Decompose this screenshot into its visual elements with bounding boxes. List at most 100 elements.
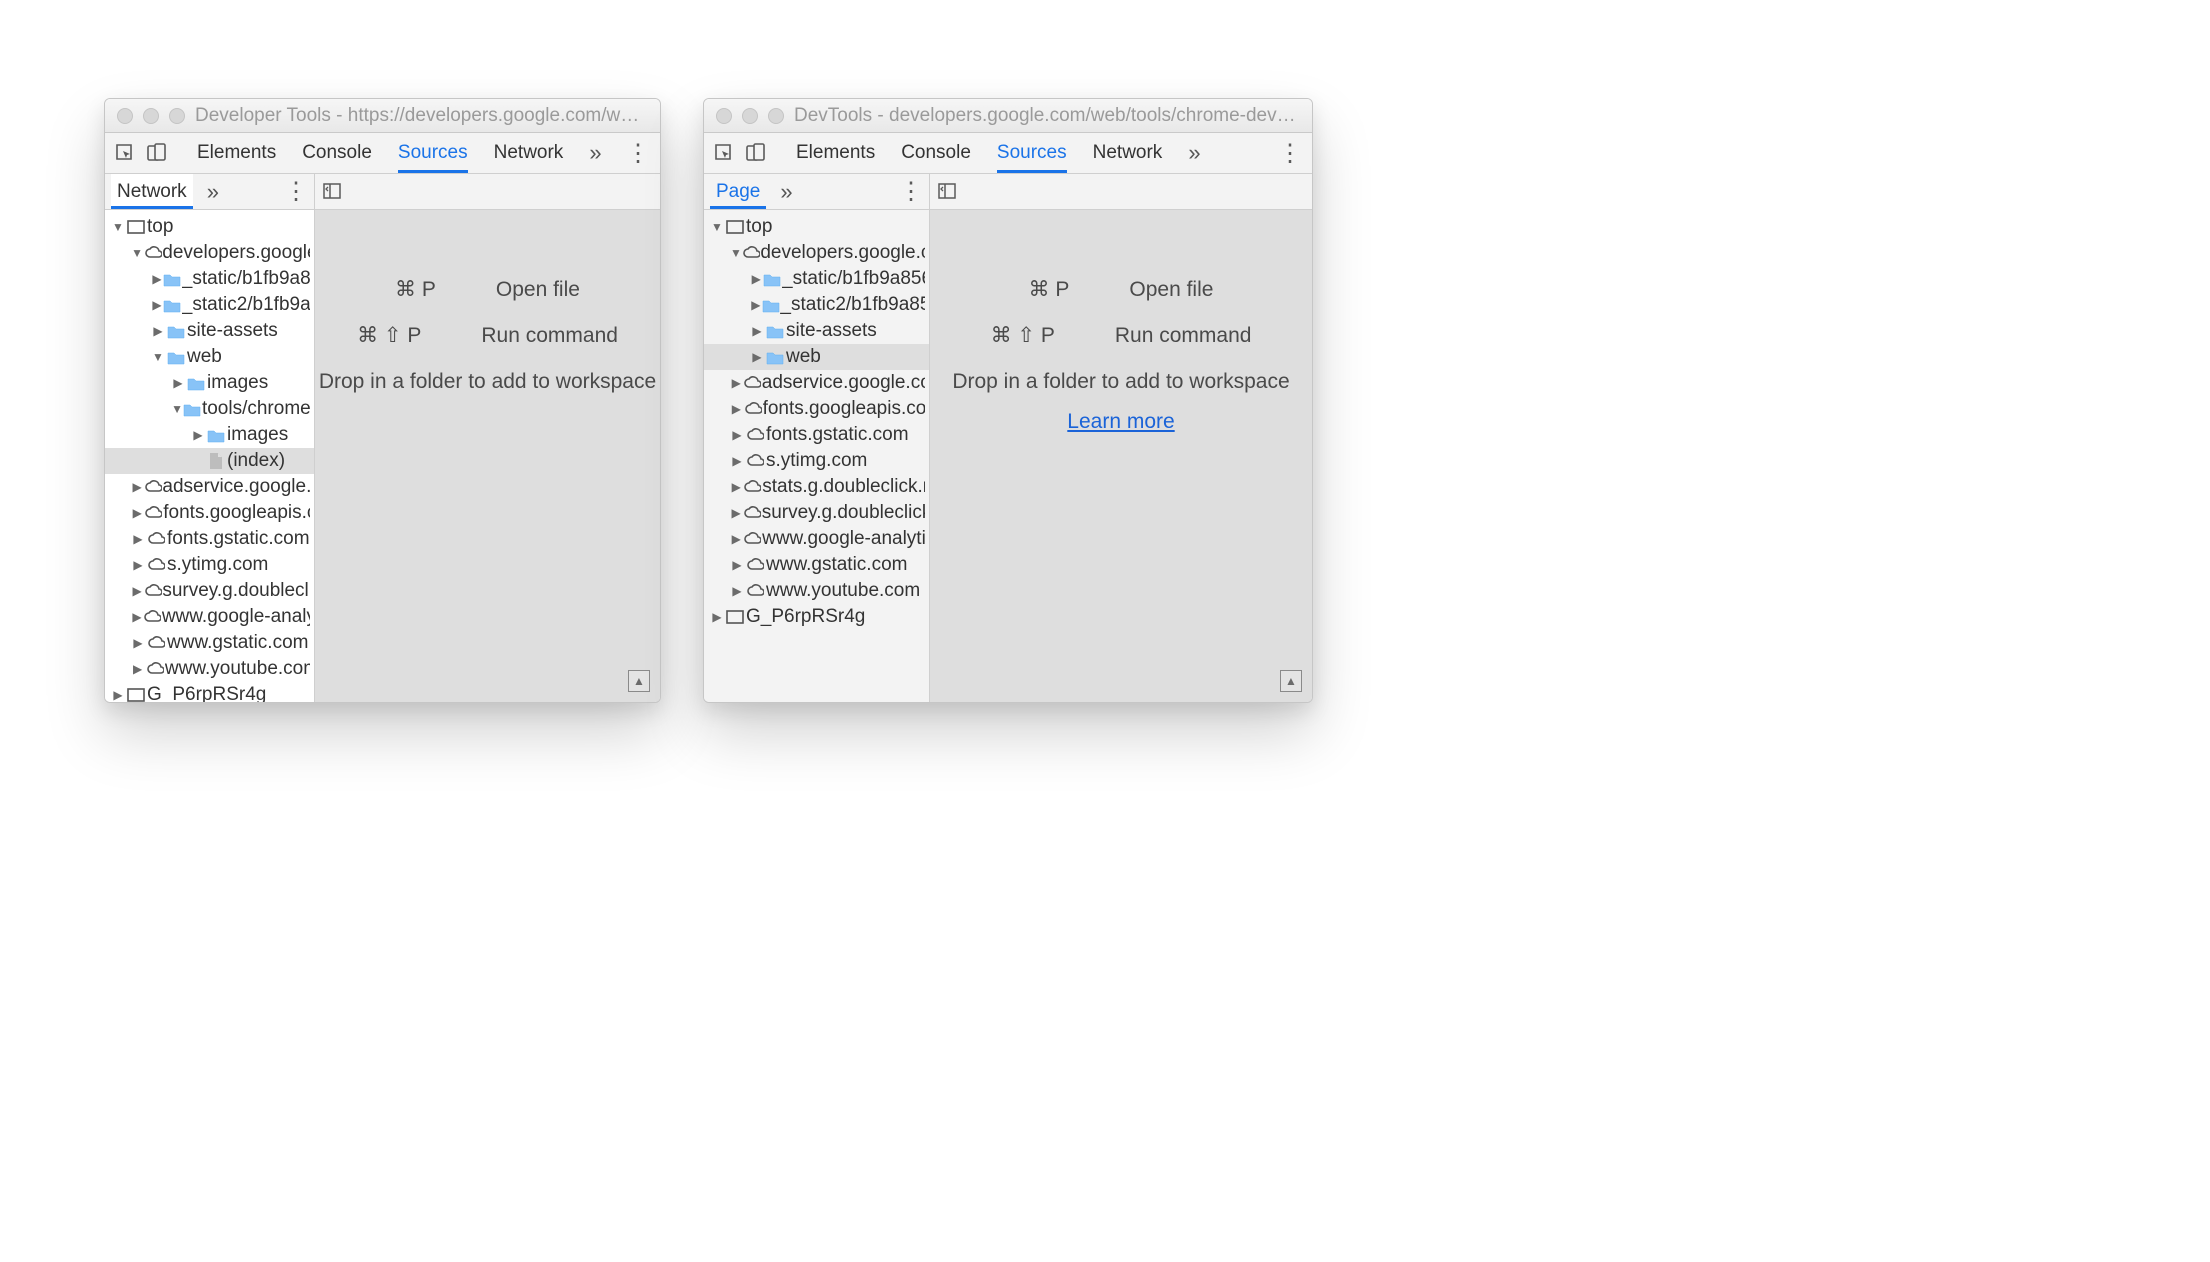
disclosure-triangle-icon[interactable]: ▶ — [750, 272, 762, 286]
tab-network[interactable]: Network — [1093, 133, 1163, 173]
tab-console[interactable]: Console — [302, 133, 372, 173]
traffic-lights[interactable] — [716, 108, 784, 124]
disclosure-triangle-icon[interactable]: ▶ — [151, 272, 163, 286]
tree-row[interactable]: ▶site-assets — [105, 318, 314, 344]
disclosure-triangle-icon[interactable]: ▼ — [111, 220, 125, 234]
panel-toggle-icon[interactable] — [938, 182, 958, 202]
tree-row[interactable]: ▶fonts.gstatic.com — [704, 422, 929, 448]
disclosure-triangle-icon[interactable]: ▶ — [730, 506, 742, 520]
tree-row[interactable]: ▶_static/b1fb9a856 — [105, 266, 314, 292]
disclosure-triangle-icon[interactable]: ▶ — [131, 584, 143, 598]
tree-row[interactable]: ▶adservice.google.co — [105, 474, 314, 500]
disclosure-triangle-icon[interactable]: ▶ — [730, 558, 744, 572]
tree-row[interactable]: ▶survey.g.doubleclick.n — [704, 500, 929, 526]
file-tree[interactable]: ▼top▼developers.google.com▶_static/b1fb9… — [704, 210, 929, 702]
tab-elements[interactable]: Elements — [197, 133, 276, 173]
disclosure-triangle-icon[interactable]: ▼ — [710, 220, 724, 234]
tree-row[interactable]: ▶www.google-analytic — [105, 604, 314, 630]
disclosure-triangle-icon[interactable]: ▶ — [730, 376, 742, 390]
disclosure-triangle-icon[interactable]: ▶ — [131, 636, 145, 650]
tree-row[interactable]: ▶survey.g.doubleclick — [105, 578, 314, 604]
tab-elements[interactable]: Elements — [796, 133, 875, 173]
subtabs-overflow-icon[interactable]: » — [780, 179, 792, 205]
tab-console[interactable]: Console — [901, 133, 971, 173]
tree-row[interactable]: ▶stats.g.doubleclick.ne — [704, 474, 929, 500]
device-toggle-icon[interactable] — [147, 143, 167, 163]
tree-row[interactable]: ▶site-assets — [704, 318, 929, 344]
settings-kebab-icon[interactable]: ⋮ — [626, 139, 650, 168]
tree-row[interactable]: ▶_static2/b1fb9a8564 — [704, 292, 929, 318]
subtab-page[interactable]: Page — [710, 174, 766, 209]
traffic-lights[interactable] — [117, 108, 185, 124]
tree-row[interactable]: ▶s.ytimg.com — [704, 448, 929, 474]
disclosure-triangle-icon[interactable]: ▶ — [131, 662, 144, 676]
tab-network[interactable]: Network — [494, 133, 564, 173]
tree-row[interactable]: (index) — [105, 448, 314, 474]
settings-kebab-icon[interactable]: ⋮ — [1278, 139, 1302, 168]
file-tree[interactable]: ▼top▼developers.google.c▶_static/b1fb9a8… — [105, 210, 314, 702]
disclosure-triangle-icon[interactable]: ▶ — [151, 298, 163, 312]
disclosure-triangle-icon[interactable]: ▶ — [750, 298, 762, 312]
tree-row[interactable]: ▼developers.google.com — [704, 240, 929, 266]
tree-row[interactable]: ▶_static2/b1fb9a85 — [105, 292, 314, 318]
tree-row[interactable]: ▶_static/b1fb9a8564 — [704, 266, 929, 292]
tree-row[interactable]: ▼web — [105, 344, 314, 370]
tree-row[interactable]: ▶web — [704, 344, 929, 370]
disclosure-triangle-icon[interactable]: ▶ — [151, 324, 165, 338]
disclosure-triangle-icon[interactable]: ▶ — [730, 584, 744, 598]
disclosure-triangle-icon[interactable]: ▶ — [131, 610, 143, 624]
disclosure-triangle-icon[interactable]: ▶ — [730, 454, 744, 468]
disclosure-triangle-icon[interactable]: ▶ — [750, 324, 764, 338]
tree-row[interactable]: ▶images — [105, 422, 314, 448]
disclosure-triangle-icon[interactable]: ▼ — [131, 246, 143, 260]
learn-more-link[interactable]: Learn more — [1067, 410, 1174, 433]
tree-row[interactable]: ▶www.google-analytics — [704, 526, 929, 552]
subtabs-overflow-icon[interactable]: » — [207, 179, 219, 205]
disclosure-triangle-icon[interactable]: ▶ — [730, 428, 744, 442]
tree-row[interactable]: ▶fonts.googleapis.com — [704, 396, 929, 422]
tree-row[interactable]: ▶G_P6rpRSr4g — [704, 604, 929, 630]
drawer-toggle-icon[interactable]: ▲ — [1280, 670, 1302, 692]
tree-row[interactable]: ▶images — [105, 370, 314, 396]
tree-row[interactable]: ▼top — [704, 214, 929, 240]
disclosure-triangle-icon[interactable]: ▶ — [131, 480, 143, 494]
subtab-network[interactable]: Network — [111, 174, 193, 209]
tree-row[interactable]: ▶s.ytimg.com — [105, 552, 314, 578]
inspect-icon[interactable] — [714, 143, 734, 163]
disclosure-triangle-icon[interactable]: ▶ — [730, 532, 742, 546]
disclosure-triangle-icon[interactable]: ▶ — [131, 506, 144, 520]
disclosure-triangle-icon[interactable]: ▼ — [171, 402, 183, 416]
drawer-toggle-icon[interactable]: ▲ — [628, 670, 650, 692]
disclosure-triangle-icon[interactable]: ▼ — [151, 350, 165, 364]
tree-row[interactable]: ▼tools/chrome-d — [105, 396, 314, 422]
disclosure-triangle-icon[interactable]: ▶ — [111, 688, 125, 702]
disclosure-triangle-icon[interactable]: ▶ — [750, 350, 764, 364]
tree-row[interactable]: ▶www.youtube.com — [704, 578, 929, 604]
tree-row[interactable]: ▶www.gstatic.com — [704, 552, 929, 578]
disclosure-triangle-icon[interactable]: ▶ — [730, 402, 743, 416]
tree-row[interactable]: ▶adservice.google.com — [704, 370, 929, 396]
disclosure-triangle-icon[interactable]: ▼ — [730, 246, 742, 260]
inspect-icon[interactable] — [115, 143, 135, 163]
tree-row[interactable]: ▼top — [105, 214, 314, 240]
tabs-overflow-icon[interactable]: » — [1188, 140, 1200, 166]
disclosure-triangle-icon[interactable]: ▶ — [730, 480, 743, 494]
tree-row[interactable]: ▶fonts.googleapis.co — [105, 500, 314, 526]
tree-row[interactable]: ▼developers.google.c — [105, 240, 314, 266]
tree-row[interactable]: ▶www.gstatic.com — [105, 630, 314, 656]
panel-toggle-icon[interactable] — [323, 182, 343, 202]
disclosure-triangle-icon[interactable]: ▶ — [131, 558, 145, 572]
disclosure-triangle-icon[interactable]: ▶ — [131, 532, 145, 546]
navigator-kebab-icon[interactable]: ⋮ — [899, 177, 923, 206]
disclosure-triangle-icon[interactable]: ▶ — [710, 610, 724, 624]
tab-sources[interactable]: Sources — [398, 133, 468, 173]
navigator-kebab-icon[interactable]: ⋮ — [284, 177, 308, 206]
disclosure-triangle-icon[interactable]: ▶ — [171, 376, 185, 390]
device-toggle-icon[interactable] — [746, 143, 766, 163]
tree-row[interactable]: ▶fonts.gstatic.com — [105, 526, 314, 552]
tree-row[interactable]: ▶G_P6rpRSr4g — [105, 682, 314, 702]
tree-row[interactable]: ▶www.youtube.com — [105, 656, 314, 682]
tab-sources[interactable]: Sources — [997, 133, 1067, 173]
disclosure-triangle-icon[interactable]: ▶ — [191, 428, 205, 442]
tabs-overflow-icon[interactable]: » — [589, 140, 601, 166]
